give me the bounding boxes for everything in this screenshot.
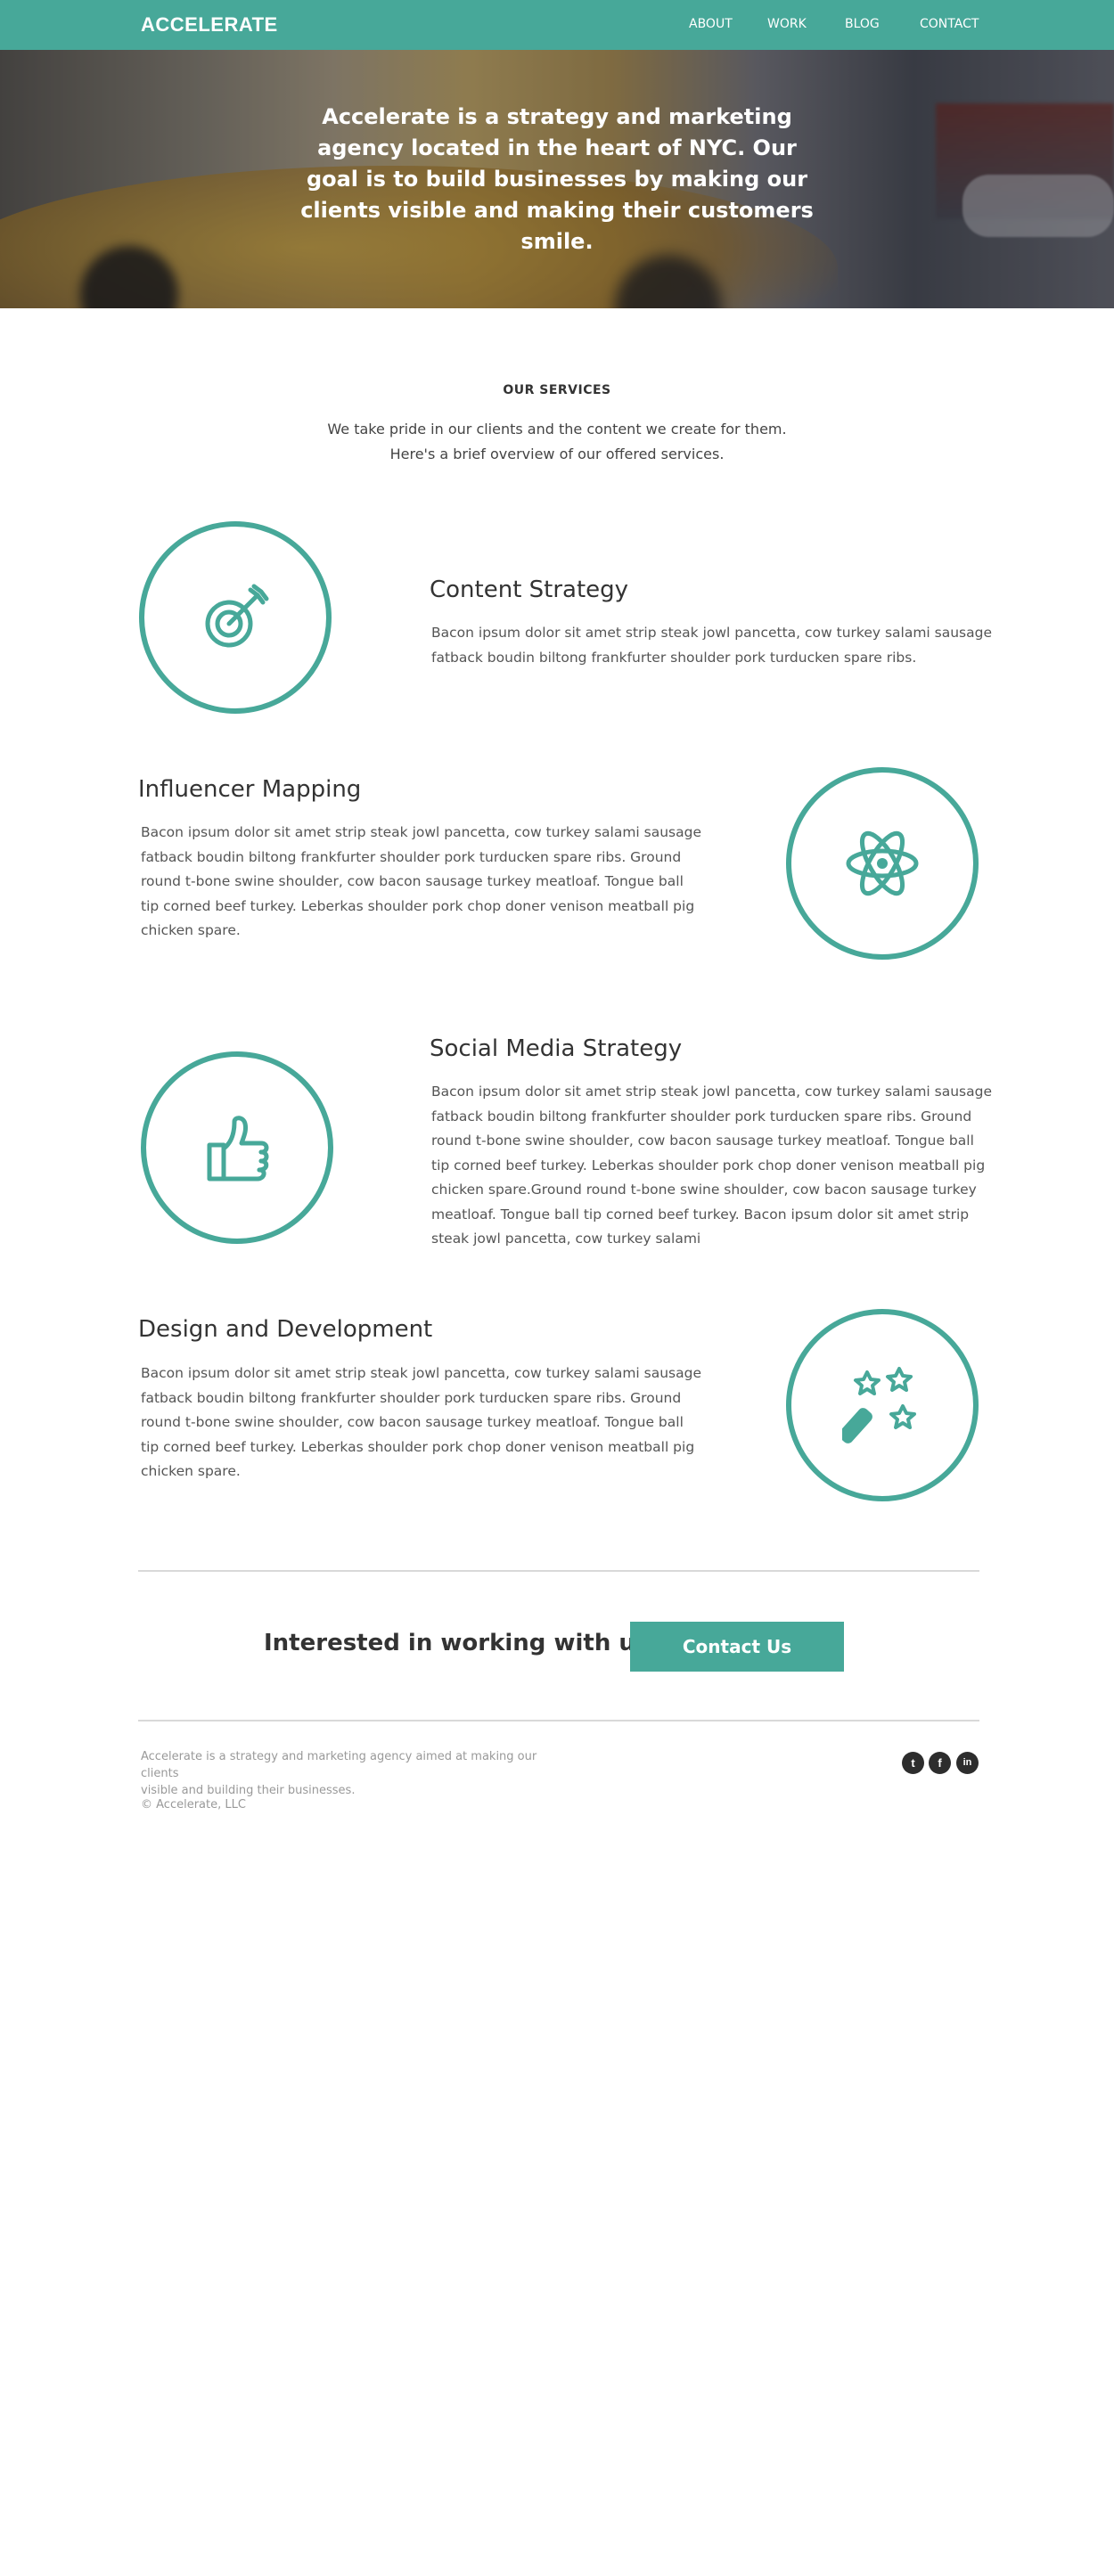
social-media-badge [141,1051,333,1244]
services-heading: OUR SERVICES [503,383,611,397]
service-description-line: tip corned beef turkey. Leberkas shoulde… [431,1157,986,1174]
service-description-line: Bacon ipsum dolor sit amet strip steak j… [431,625,993,641]
service-description-line: fatback boudin biltong frankfurter shoul… [141,848,682,865]
service-description-line: round t-bone swine shoulder, cow bacon s… [141,1414,684,1430]
service-title: Social Media Strategy [430,1035,683,1062]
service-description: Bacon ipsum dolor sit amet strip steak j… [141,1362,701,1484]
service-description-line: round t-bone swine shoulder, cow bacon s… [431,1133,974,1149]
footer-about: Accelerate is a strategy and marketing a… [141,1748,551,1799]
service-description-line: chicken spare. [141,922,241,938]
footer-about-line: Accelerate is a strategy and marketing a… [141,1750,537,1780]
footer-copyright: © Accelerate, LLC [141,1798,246,1811]
service-description-line: tip corned beef turkey. Leberkas shoulde… [141,1438,695,1455]
footer-about-line: visible and building their businesses. [141,1784,356,1797]
contact-us-button[interactable]: Contact Us [630,1622,844,1672]
content-strategy-badge [139,521,332,714]
site-header: ACCELERATE ABOUT WORK BLOG CONTACT [0,0,1114,50]
cta-heading: Interested in working with us? [264,1630,663,1656]
target-icon [205,584,269,648]
atom-icon [846,830,919,896]
nav-about[interactable]: ABOUT [689,17,733,31]
linkedin-icon[interactable]: in [956,1752,979,1774]
nav-blog[interactable]: BLOG [845,17,880,31]
service-description: Bacon ipsum dolor sit amet strip steak j… [431,621,992,670]
twitter-icon[interactable]: t [902,1752,924,1774]
influencer-mapping-badge [786,767,979,960]
service-title: Content Strategy [430,577,629,603]
thumbs-up-icon [207,1116,269,1182]
section-divider [138,1570,979,1572]
service-description: Bacon ipsum dolor sit amet strip steak j… [141,821,701,944]
design-development-badge [786,1309,979,1501]
service-description-line: chicken spare.Ground round t-bone swine … [431,1182,977,1198]
service-title: Design and Development [138,1316,433,1343]
logo[interactable]: ACCELERATE [141,13,278,37]
hero-banner: Accelerate is a strategy and marketing a… [0,50,1114,308]
services-subtitle: We take pride in our clients and the con… [0,417,1114,467]
service-description-line: round t-bone swine shoulder, cow bacon s… [141,873,684,889]
hero-tagline: Accelerate is a strategy and marketing a… [300,104,814,254]
service-description-line: Bacon ipsum dolor sit amet strip steak j… [431,1084,993,1100]
service-description-line: fatback boudin biltong frankfurter shoul… [431,1108,972,1124]
facebook-icon[interactable]: f [929,1752,951,1774]
service-description-line: chicken spare. [141,1463,241,1479]
service-description-line: Bacon ipsum dolor sit amet strip steak j… [141,1365,702,1381]
service-title: Influencer Mapping [138,776,362,803]
service-description-line: fatback boudin biltong frankfurter shoul… [141,1389,682,1406]
section-divider [138,1720,979,1721]
service-description-line: meatloaf. Tongue ball tip corned beef tu… [431,1206,970,1223]
nav-contact[interactable]: CONTACT [920,17,979,31]
services-subtitle-line: We take pride in our clients and the con… [327,421,787,438]
service-description: Bacon ipsum dolor sit amet strip steak j… [431,1080,992,1252]
magic-wand-icon [842,1367,916,1443]
service-description-line: steak jowl pancetta, cow turkey salami [431,1231,701,1247]
service-description-line: tip corned beef turkey. Leberkas shoulde… [141,897,695,914]
service-description-line: Bacon ipsum dolor sit amet strip steak j… [141,824,702,840]
nav-work[interactable]: WORK [767,17,807,31]
services-subtitle-line: Here's a brief overview of our offered s… [389,446,725,462]
service-description-line: fatback boudin biltong frankfurter shoul… [431,649,917,666]
